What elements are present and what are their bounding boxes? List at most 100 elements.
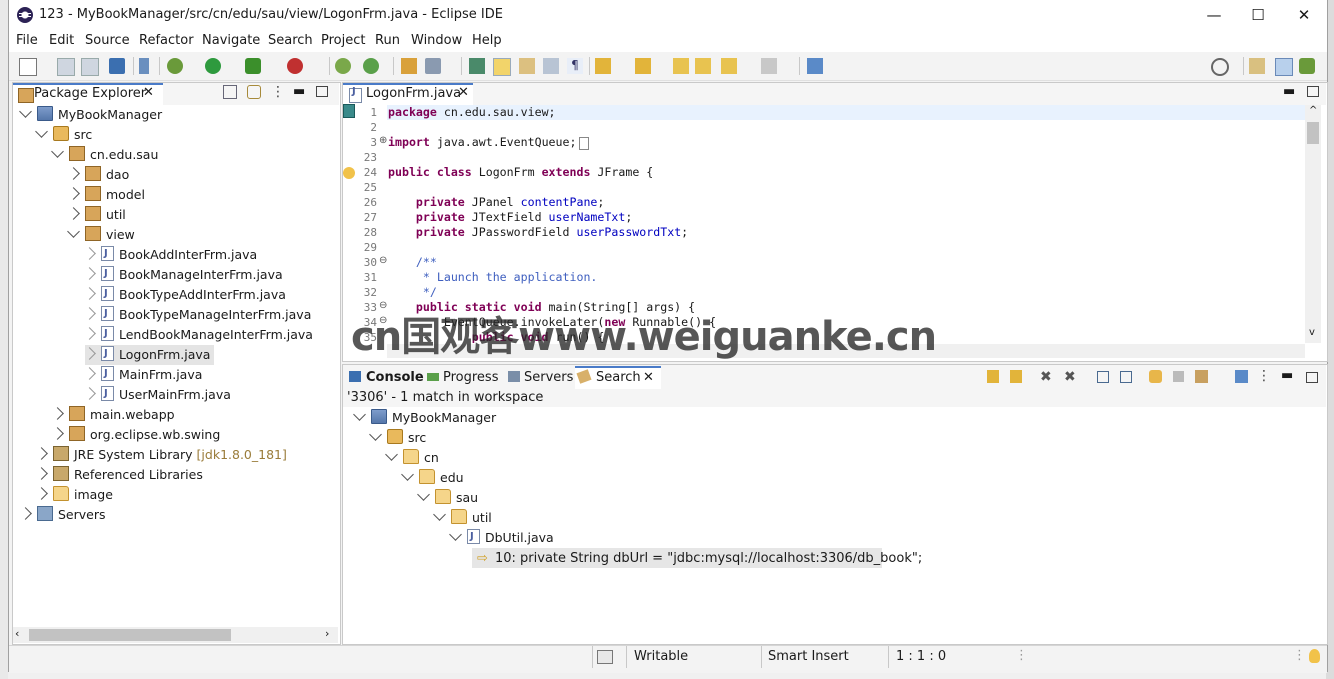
menu-source[interactable]: Source	[85, 33, 130, 48]
previous-annotation-icon[interactable]	[635, 58, 651, 74]
menu-run[interactable]: Run	[375, 33, 400, 48]
chevron-right-icon[interactable]	[51, 407, 64, 420]
chevron-right-icon[interactable]	[35, 447, 48, 460]
minimize-bottom-icon[interactable]: ▬	[1281, 368, 1293, 383]
search-tree-item[interactable]: edu	[401, 468, 464, 488]
remove-match-icon[interactable]: ✖	[1040, 369, 1052, 385]
open-type-icon[interactable]	[401, 58, 417, 74]
close-search-icon[interactable]: ✕	[643, 370, 654, 385]
pin-editor-icon[interactable]	[807, 58, 823, 74]
fold-toggle-icon[interactable]: ⊕	[379, 135, 387, 146]
chevron-right-icon[interactable]	[83, 387, 96, 400]
chevron-right-icon[interactable]	[83, 287, 96, 300]
writable-icon[interactable]	[597, 650, 613, 664]
new-icon[interactable]	[19, 58, 37, 76]
tree-item[interactable]: image	[35, 485, 113, 505]
menu-edit[interactable]: Edit	[49, 33, 74, 48]
scroll-left-icon[interactable]: ‹	[15, 627, 19, 640]
chevron-down-icon[interactable]	[449, 528, 462, 541]
tree-item[interactable]: LendBookManageInterFrm.java	[83, 324, 313, 345]
expand-all-icon[interactable]	[1097, 371, 1109, 383]
editor-scroll-thumb[interactable]	[1307, 122, 1319, 144]
tree-item[interactable]: BookTypeAddInterFrm.java	[83, 284, 286, 305]
maximize-bottom-icon[interactable]	[1306, 372, 1318, 383]
menu-search[interactable]: Search	[268, 33, 313, 48]
tree-item[interactable]: Servers	[19, 505, 106, 525]
open-task-icon[interactable]	[469, 58, 485, 74]
chevron-right-icon[interactable]	[83, 307, 96, 320]
chevron-down-icon[interactable]	[401, 468, 414, 481]
debug-icon[interactable]	[167, 58, 183, 74]
save-icon[interactable]	[57, 58, 75, 76]
forward-history-icon[interactable]	[695, 58, 711, 74]
menu-window[interactable]: Window	[411, 33, 462, 48]
chevron-down-icon[interactable]	[385, 448, 398, 461]
menu-project[interactable]: Project	[321, 33, 365, 48]
tree-item[interactable]: dao	[67, 165, 129, 185]
tree-item[interactable]: cn.edu.sau	[51, 145, 158, 165]
chevron-right-icon[interactable]	[67, 207, 80, 220]
tree-item[interactable]: BookTypeManageInterFrm.java	[83, 304, 311, 325]
tab-servers[interactable]: Servers	[524, 370, 573, 385]
pin-view-icon[interactable]	[1235, 370, 1248, 383]
tree-item[interactable]: LogonFrm.java	[83, 344, 215, 365]
fold-toggle-icon[interactable]: ⊖	[379, 255, 387, 266]
chevron-down-icon[interactable]	[417, 488, 430, 501]
remove-all-matches-icon[interactable]: ✖	[1064, 369, 1076, 385]
search-tree-item[interactable]: DbUtil.java	[449, 527, 554, 548]
search-match-line[interactable]: 10: private String dbUrl = "jdbc:mysql:/…	[495, 551, 922, 566]
tree-item[interactable]: BookAddInterFrm.java	[83, 244, 257, 265]
status-handle[interactable]: ⋮	[1015, 648, 1028, 663]
chevron-right-icon[interactable]	[35, 487, 48, 500]
menu-file[interactable]: File	[16, 33, 38, 48]
word-wrap-icon[interactable]	[519, 58, 535, 74]
tab-progress[interactable]: Progress	[443, 370, 498, 385]
tip-lightbulb-icon[interactable]	[1309, 649, 1320, 663]
search-tree-item[interactable]: cn	[385, 448, 439, 468]
show-whitespace-icon[interactable]: ¶	[567, 58, 583, 74]
menu-navigate[interactable]: Navigate	[202, 33, 260, 48]
minimize-view-icon[interactable]: ▬	[293, 84, 305, 99]
view-menu-search-icon[interactable]: ⋮	[1257, 368, 1271, 384]
scroll-right-icon[interactable]: ›	[325, 627, 329, 640]
tree-item[interactable]: util	[67, 205, 126, 225]
chevron-right-icon[interactable]	[51, 427, 64, 440]
back-icon[interactable]	[721, 58, 737, 74]
console-icon[interactable]	[109, 58, 125, 74]
new-class-icon[interactable]	[363, 58, 379, 74]
tree-item[interactable]: org.eclipse.wb.swing	[51, 425, 220, 445]
chevron-right-icon[interactable]	[67, 167, 80, 180]
view-menu-icon[interactable]: ⋮	[271, 84, 285, 100]
menu-refactor[interactable]: Refactor	[139, 33, 194, 48]
coverage-icon[interactable]	[245, 58, 261, 74]
chevron-right-icon[interactable]	[83, 347, 96, 360]
last-edit-icon[interactable]	[673, 58, 689, 74]
chevron-right-icon[interactable]	[83, 247, 96, 260]
status-handle-right[interactable]: ⋮	[1293, 648, 1306, 663]
tree-item[interactable]: model	[67, 185, 145, 205]
close-tab-icon[interactable]: ✕	[143, 85, 154, 100]
search-history-icon[interactable]	[1195, 370, 1208, 383]
editor-scroll-up-icon[interactable]: ^	[1309, 105, 1317, 116]
chevron-down-icon[interactable]	[353, 408, 366, 421]
chevron-right-icon[interactable]	[83, 367, 96, 380]
search-icon[interactable]	[1211, 58, 1229, 76]
open-perspective-icon[interactable]	[1249, 58, 1265, 74]
debug-perspective-icon[interactable]	[1299, 58, 1315, 74]
minimize-editor-icon[interactable]: ▬	[1283, 84, 1295, 99]
maximize-button[interactable]: ☐	[1235, 0, 1281, 30]
search-tree-item[interactable]: src	[369, 428, 426, 448]
skip-breakpoints-icon[interactable]	[139, 58, 149, 74]
cancel-search-icon[interactable]	[1173, 371, 1184, 382]
tab-console[interactable]: Console	[366, 370, 424, 385]
next-match-icon[interactable]	[987, 370, 999, 383]
chevron-down-icon[interactable]	[35, 125, 48, 138]
tree-item[interactable]: MyBookManager	[19, 105, 162, 125]
forward-icon[interactable]	[761, 58, 777, 74]
maximize-editor-icon[interactable]	[1307, 86, 1319, 97]
close-button[interactable]: ✕	[1281, 0, 1327, 30]
new-java-project-icon[interactable]	[335, 58, 351, 74]
chevron-right-icon[interactable]	[67, 187, 80, 200]
collapse-all-icon[interactable]	[223, 85, 237, 99]
search-tree-item[interactable]: sau	[417, 488, 478, 508]
